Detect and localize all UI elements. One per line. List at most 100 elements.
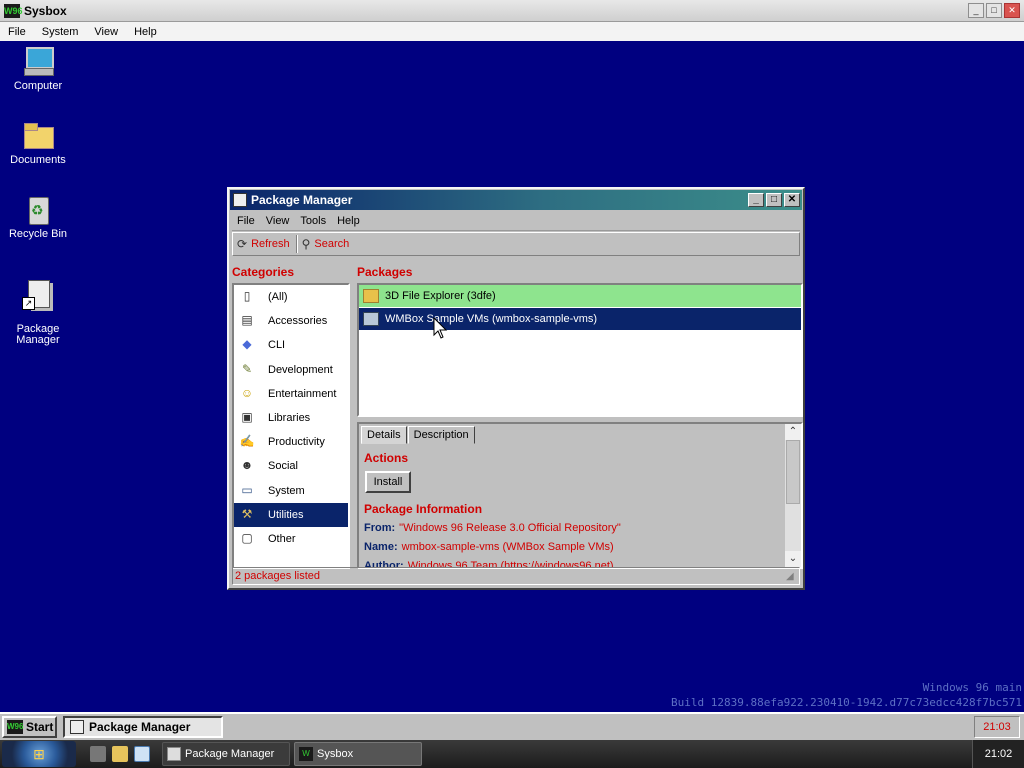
search-icon: ⚲ (301, 237, 311, 251)
pm-maximize-button[interactable]: □ (766, 193, 782, 207)
category-label: Other (268, 532, 296, 545)
info-value: "Windows 96 Release 3.0 Official Reposit… (399, 522, 621, 534)
package-manager-shortcut-icon (22, 278, 54, 310)
desktop-icon-computer[interactable]: Computer (2, 45, 74, 92)
resize-grip-icon[interactable]: ◢ (786, 571, 798, 583)
category-item-accessories[interactable]: ▤ Accessories (234, 309, 348, 333)
windows96-logo-icon: W96 (7, 720, 23, 734)
all-icon: ▯ (243, 289, 251, 304)
category-item-productivity[interactable]: ✍ Productivity (234, 430, 348, 454)
computer-icon (22, 45, 54, 77)
host-close-button[interactable]: ✕ (1004, 3, 1020, 18)
scroll-up-icon[interactable]: ⌃ (785, 424, 801, 440)
host-task-package-manager[interactable]: Package Manager (162, 742, 290, 766)
quicklaunch-browser-icon[interactable] (134, 746, 150, 762)
build-watermark: Windows 96 main Build 12839.88efa922.230… (671, 680, 1022, 710)
info-row-name: Name: wmbox-sample-vms (WMBox Sample VMs) (364, 538, 779, 557)
category-item-libraries[interactable]: ▣ Libraries (234, 406, 348, 430)
pm-menu-view[interactable]: View (261, 215, 296, 227)
desktop-icon-documents[interactable]: Documents (2, 119, 74, 166)
category-item-utilities[interactable]: ⚒ Utilities (234, 502, 348, 527)
pm-titlebar[interactable]: Package Manager _ □ ✕ (230, 190, 802, 210)
category-item-entertainment[interactable]: ☺ Entertainment (234, 382, 348, 406)
package-manager-icon (70, 720, 84, 734)
build-line-2: Build 12839.88efa922.230410-1942.d77c73e… (671, 696, 1022, 709)
host-task-label: Package Manager (185, 748, 275, 760)
pm-menu-help[interactable]: Help (332, 215, 366, 227)
category-item-cli[interactable]: ◆ CLI (234, 333, 348, 357)
category-item-all[interactable]: ▯ (All) (234, 285, 348, 309)
install-button[interactable]: Install (365, 471, 411, 493)
packages-list: 3D File Explorer (3dfe) WMBox Sample VMs… (357, 283, 803, 417)
host-menubar: File System View Help (0, 22, 1024, 41)
category-label: (All) (268, 291, 288, 304)
other-icon: ▢ (241, 530, 253, 545)
host-task-sysbox[interactable]: W Sysbox (294, 742, 422, 766)
host-taskbar: ⊞ Package Manager W Sysbox 21:02 (0, 740, 1024, 768)
category-label: Development (268, 363, 333, 376)
host-task-label: Sysbox (317, 748, 354, 760)
actions-heading: Actions (364, 451, 409, 465)
desktop-icon-package-manager[interactable]: Package Manager (2, 267, 74, 357)
pm-menu-tools[interactable]: Tools (295, 215, 332, 227)
host-menu-file[interactable]: File (0, 26, 34, 38)
scroll-thumb[interactable] (786, 440, 800, 504)
info-key: Name: (364, 541, 398, 553)
status-text: 2 packages listed (235, 570, 320, 582)
cli-icon: ◆ (242, 337, 252, 352)
host-menu-help[interactable]: Help (126, 26, 165, 38)
package-label: 3D File Explorer (3dfe) (385, 290, 496, 302)
w96-clock: 21:03 (974, 716, 1020, 738)
start-label: Start (26, 720, 54, 734)
taskbar-item-package-manager[interactable]: Package Manager (63, 716, 223, 738)
search-button[interactable]: ⚲ Search (298, 234, 356, 254)
desktop-icon-recycle-bin[interactable]: Recycle Bin (2, 193, 74, 240)
taskbar-item-label: Package Manager (89, 720, 191, 734)
category-item-other[interactable]: ▢ Other (234, 527, 348, 551)
vm-icon (363, 312, 379, 326)
tab-description[interactable]: Description (407, 426, 475, 444)
info-key: From: (364, 522, 396, 534)
tab-details[interactable]: Details (361, 426, 407, 444)
pm-menu-file[interactable]: File (232, 215, 261, 227)
system-icon: ▭ (241, 482, 253, 497)
category-item-development[interactable]: ✎ Development (234, 358, 348, 382)
desktop-icon-label: Recycle Bin (8, 228, 68, 240)
package-manager-icon (167, 747, 181, 761)
categories-heading: Categories (232, 265, 295, 279)
host-minimize-button[interactable]: _ (968, 3, 984, 18)
host-menu-view[interactable]: View (86, 26, 126, 38)
social-icon: ☻ (240, 458, 254, 473)
category-label: Utilities (268, 508, 304, 521)
package-info-heading: Package Information (364, 502, 483, 516)
pm-minimize-button[interactable]: _ (748, 193, 764, 207)
detail-scrollbar[interactable]: ⌃ ⌄ (785, 424, 801, 567)
w96-taskbar: W96 Start Package Manager 21:03 (0, 712, 1024, 740)
host-start-button[interactable]: ⊞ (2, 741, 76, 767)
windows-logo-icon: ⊞ (33, 746, 45, 762)
host-maximize-button[interactable]: □ (986, 3, 1002, 18)
pm-close-button[interactable]: ✕ (784, 193, 800, 207)
host-menu-system[interactable]: System (34, 26, 87, 38)
quicklaunch-desktop-icon[interactable] (90, 746, 106, 762)
quicklaunch-folder-icon[interactable] (112, 746, 128, 762)
productivity-icon: ✍ (239, 434, 255, 449)
category-label: Libraries (268, 412, 311, 425)
package-detail-pane: Details Description Actions Install Pack… (357, 422, 803, 569)
desktop-icon-label: Package Manager (16, 323, 60, 346)
entertainment-icon: ☺ (240, 385, 254, 400)
refresh-button[interactable]: ⟳ Refresh (233, 234, 296, 254)
status-bar: 2 packages listed ◢ (232, 567, 800, 585)
sysbox-app-icon: W (299, 747, 313, 761)
pm-toolbar: ⟳ Refresh ⚲ Search (232, 232, 800, 256)
category-item-social[interactable]: ☻ Social (234, 454, 348, 478)
package-label: WMBox Sample VMs (wmbox-sample-vms) (385, 313, 598, 325)
package-row-wmbox-sample-vms[interactable]: WMBox Sample VMs (wmbox-sample-vms) (359, 308, 801, 330)
utilities-icon: ⚒ (241, 506, 253, 521)
category-item-system[interactable]: ▭ System (234, 479, 348, 503)
folder-icon (22, 119, 54, 151)
scroll-down-icon[interactable]: ⌄ (785, 551, 801, 567)
start-button[interactable]: W96 Start (2, 716, 57, 738)
package-row-3dfe[interactable]: 3D File Explorer (3dfe) (359, 285, 801, 307)
refresh-label: Refresh (251, 238, 290, 250)
